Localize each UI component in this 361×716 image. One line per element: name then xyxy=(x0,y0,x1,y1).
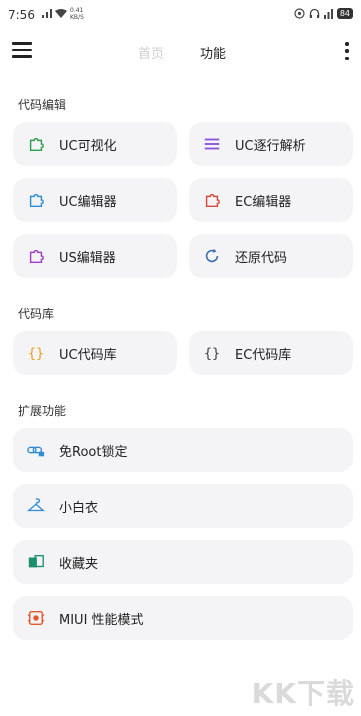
us-editor-button[interactable]: US编辑器 xyxy=(13,234,177,278)
ec-editor-label: EC编辑器 xyxy=(235,195,292,210)
ec-code-library-button[interactable]: {} EC代码库 xyxy=(189,331,353,375)
uc-code-library-button[interactable]: {} UC代码库 xyxy=(13,331,177,375)
xiaobaiyi-label: 小白衣 xyxy=(59,501,99,516)
ec-editor-button[interactable]: EC编辑器 xyxy=(189,178,353,222)
uc-visual-label: UC可视化 xyxy=(59,139,117,154)
hamburger-menu-icon[interactable] xyxy=(12,42,32,60)
app-bar: 首页 功能 xyxy=(0,33,361,69)
uc-editor-button[interactable]: UC编辑器 xyxy=(13,178,177,222)
puzzle-icon xyxy=(29,249,44,264)
xiaobaiyi-button[interactable]: 小白衣 xyxy=(13,484,353,528)
uc-visual-button[interactable]: UC可视化 xyxy=(13,122,177,166)
uc-code-library-label: UC代码库 xyxy=(59,348,117,363)
network-speed: 0.41 KB/S xyxy=(70,7,84,21)
miui-performance-label: MIUI 性能模式 xyxy=(59,613,144,628)
hanger-icon xyxy=(27,498,45,512)
battery-icon: 84 xyxy=(336,8,353,19)
section-title-extensions: 扩展功能 xyxy=(18,404,67,418)
puzzle-icon xyxy=(205,193,220,208)
tab-home[interactable]: 首页 xyxy=(138,43,164,62)
more-options-icon[interactable] xyxy=(343,42,351,60)
chip-icon xyxy=(27,610,45,626)
svg-text:{}: {} xyxy=(28,346,44,362)
uc-line-parse-button[interactable]: UC逐行解析 xyxy=(189,122,353,166)
rootless-lock-label: 免Root锁定 xyxy=(59,445,128,460)
section-title-code-library: 代码库 xyxy=(18,307,55,321)
braces-icon: {} xyxy=(28,346,44,362)
favorites-label: 收藏夹 xyxy=(59,557,99,572)
braces-icon: {} xyxy=(204,346,220,362)
favorites-button[interactable]: 收藏夹 xyxy=(13,540,353,584)
network-speed-value: 0.41 xyxy=(70,7,84,14)
us-editor-label: US编辑器 xyxy=(59,251,116,266)
miui-performance-button[interactable]: MIUI 性能模式 xyxy=(13,596,353,640)
puzzle-icon xyxy=(29,137,44,152)
wifi-icon xyxy=(55,9,67,18)
status-time: 7:56 xyxy=(8,8,35,22)
restore-code-button[interactable]: 还原代码 xyxy=(189,234,353,278)
restore-code-label: 还原代码 xyxy=(235,251,288,266)
puzzle-icon xyxy=(29,193,44,208)
restore-icon xyxy=(205,248,219,263)
signal-bars-icon xyxy=(323,8,333,19)
ec-code-library-label: EC代码库 xyxy=(235,348,292,363)
status-bar: 7:56 0.41 KB/S 84 xyxy=(0,0,361,32)
svg-text:{}: {} xyxy=(204,346,220,362)
tab-functions[interactable]: 功能 xyxy=(200,43,226,62)
network-speed-unit: KB/S xyxy=(70,14,84,21)
status-icons xyxy=(42,9,67,18)
status-right: 84 xyxy=(294,8,353,19)
headphones-icon xyxy=(309,8,320,18)
rootless-lock-button[interactable]: 免Root锁定 xyxy=(13,428,353,472)
link-lock-icon xyxy=(27,446,45,457)
list-icon xyxy=(204,138,220,150)
section-title-code-edit: 代码编辑 xyxy=(18,98,67,112)
eye-icon xyxy=(294,8,305,19)
folder-icon xyxy=(28,555,44,568)
watermark: KK下载 xyxy=(251,677,355,710)
uc-line-parse-label: UC逐行解析 xyxy=(235,139,306,154)
signal-icon xyxy=(42,9,52,18)
uc-editor-label: UC编辑器 xyxy=(59,195,117,210)
